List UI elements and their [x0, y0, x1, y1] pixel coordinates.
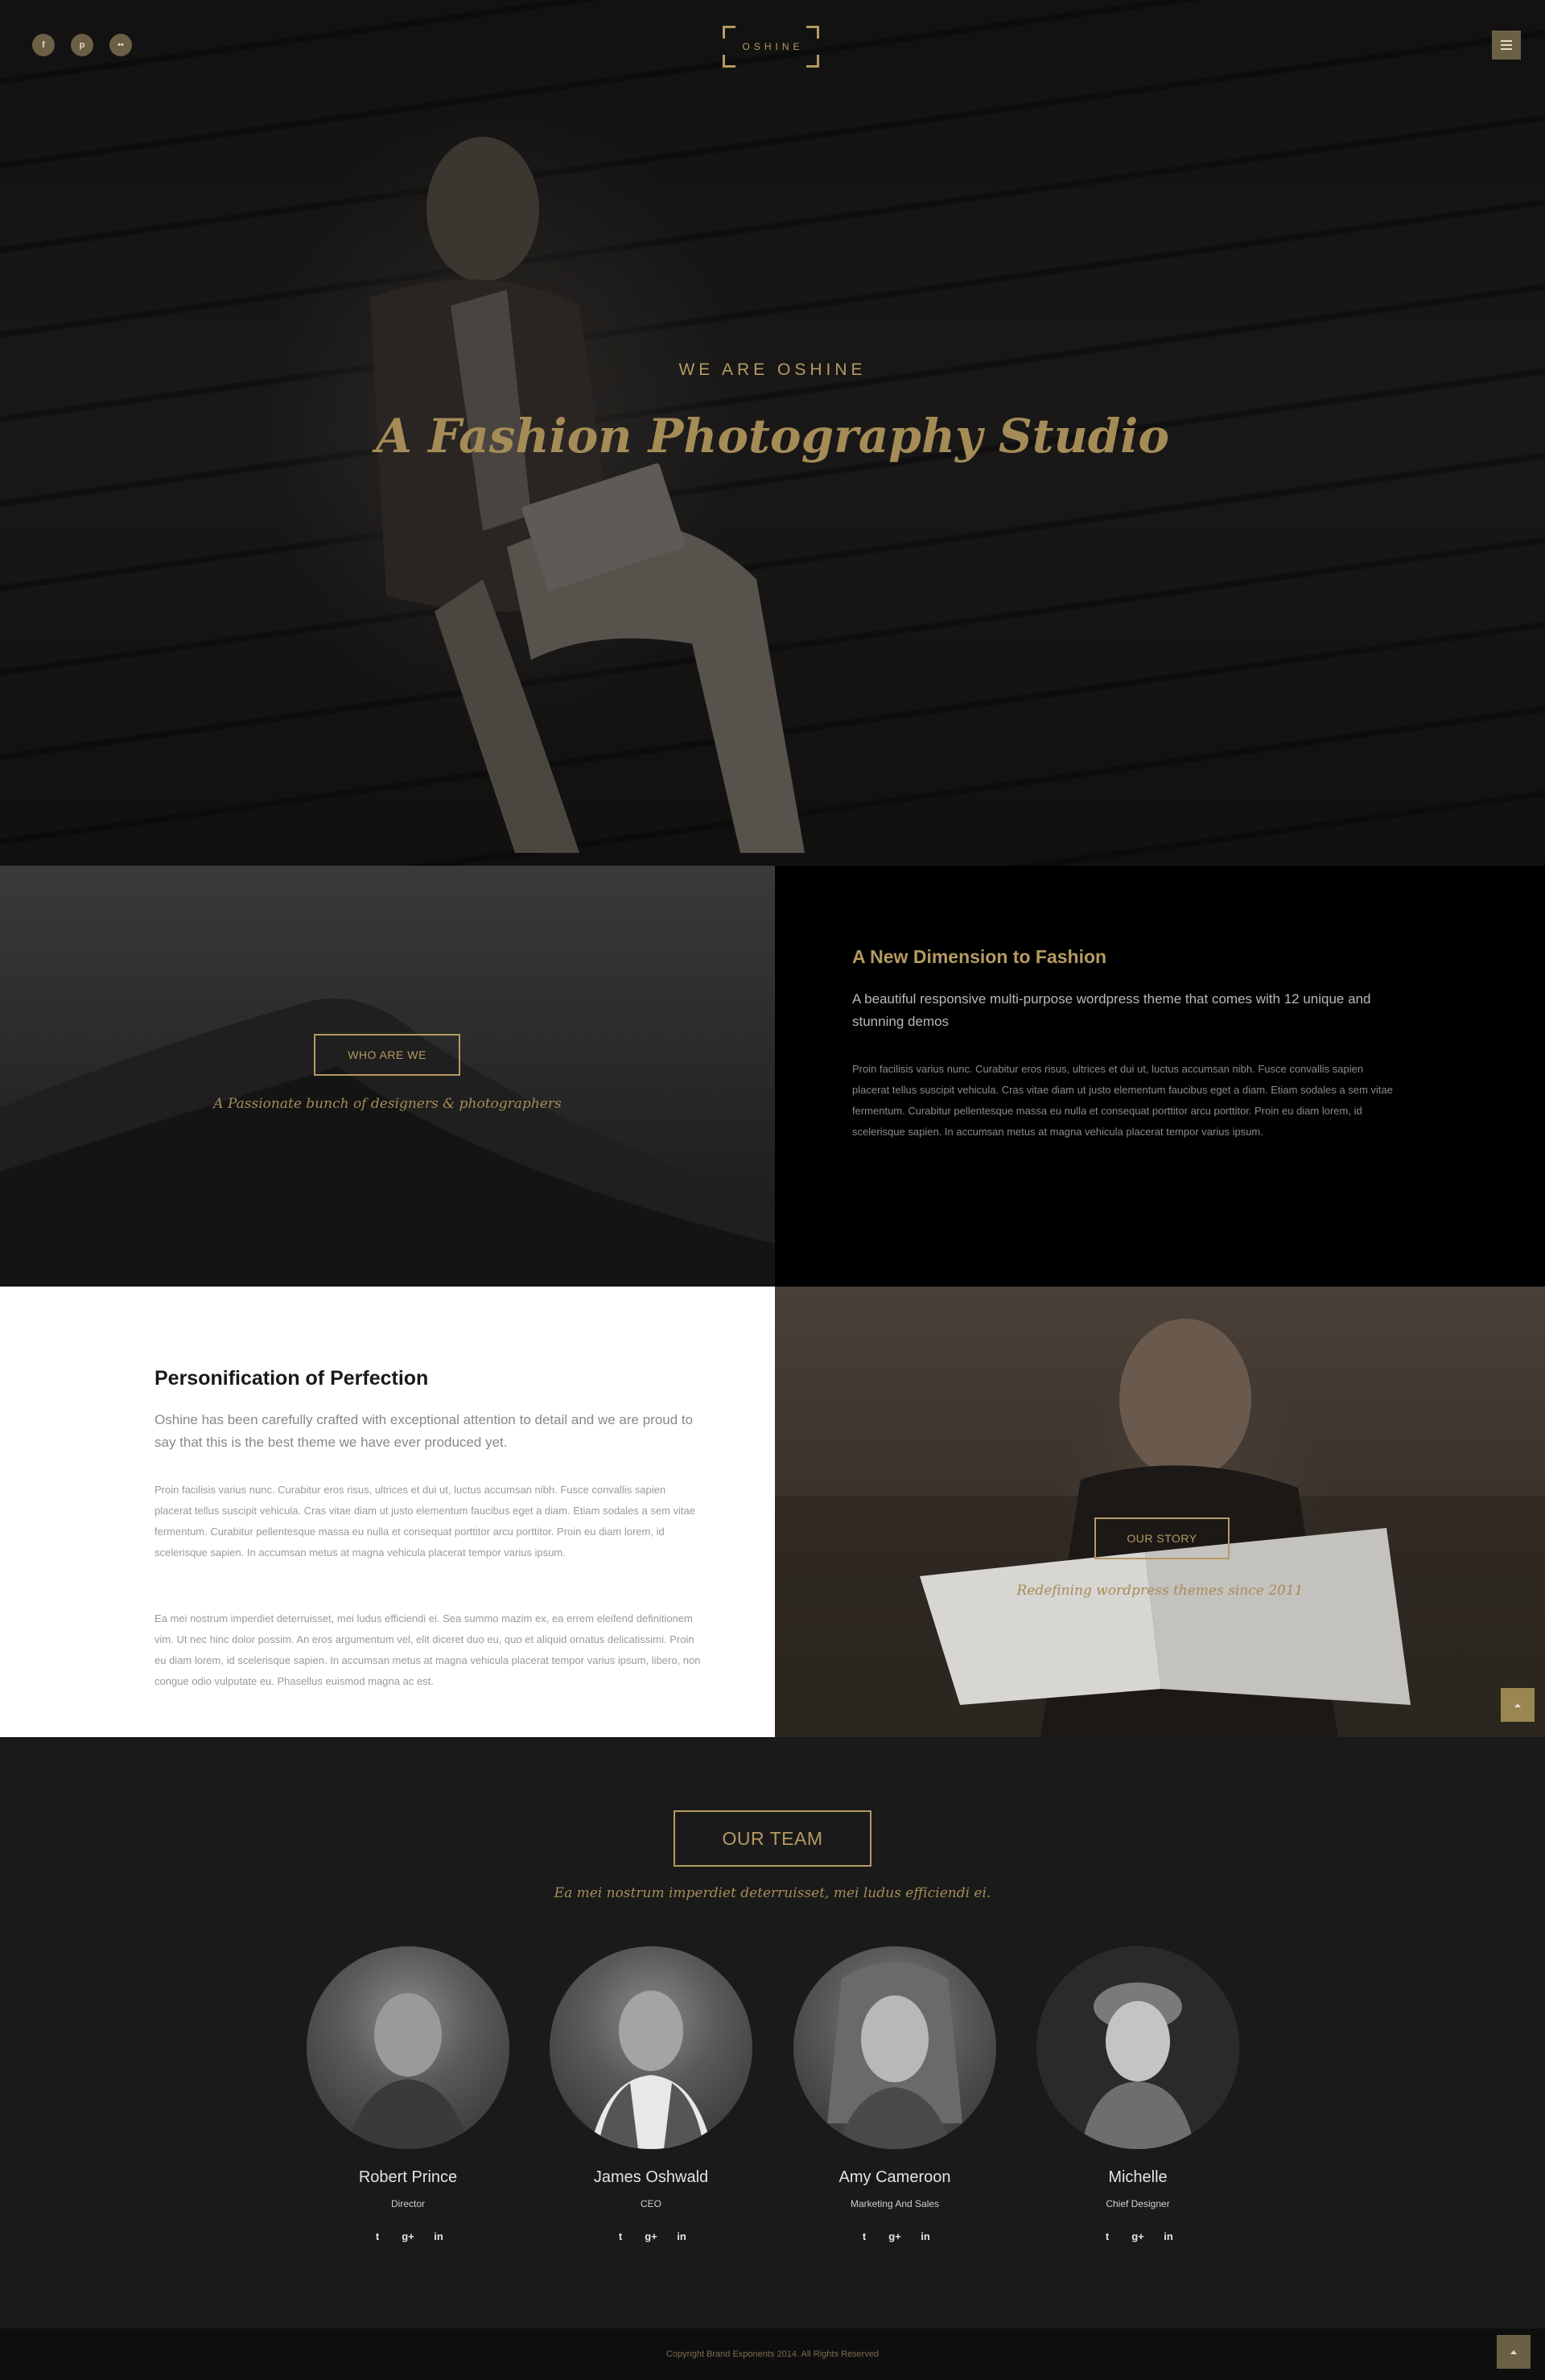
member-social: t g+ in	[287, 2230, 529, 2242]
team-tagline: Ea mei nostrum imperdiet deterruisset, m…	[554, 1885, 991, 1901]
perfection-title: Personification of Perfection	[154, 1367, 429, 1390]
linkedin-icon[interactable]: in	[1162, 2230, 1175, 2242]
pinterest-icon[interactable]: p	[71, 34, 93, 56]
twitter-icon[interactable]: t	[614, 2230, 627, 2242]
who-are-we-button[interactable]: WHO ARE WE	[314, 1034, 460, 1076]
our-story-button[interactable]: OUR STORY	[1094, 1517, 1230, 1559]
menu-button[interactable]	[1492, 31, 1521, 60]
hamburger-icon	[1501, 40, 1512, 42]
avatar	[793, 1946, 996, 2149]
avatar	[307, 1946, 509, 2149]
copyright-text: Copyright Brand Exponents 2014. All Righ…	[665, 2349, 880, 2359]
perfection-body-1: Proin facilisis varius nunc. Curabitur e…	[154, 1484, 695, 1559]
twitter-icon[interactable]: t	[858, 2230, 871, 2242]
member-role: Director	[390, 2198, 425, 2209]
team-member: Michelle Chief Designer t g+ in	[1017, 1946, 1259, 2242]
footer: Copyright Brand Exponents 2014. All Righ…	[0, 2329, 1545, 2380]
dimension-title: A New Dimension to Fashion	[852, 946, 1107, 967]
dimension-panel: A New Dimension to Fashion A beautiful r…	[775, 866, 1545, 1287]
perfection-lead: Oshine has been carefully crafted with e…	[154, 1412, 694, 1450]
member-name: Robert Prince	[358, 2168, 458, 2186]
our-team-button[interactable]: OUR TEAM	[674, 1810, 871, 1867]
dimension-lead: A beautiful responsive multi-purpose wor…	[852, 991, 1371, 1029]
team-member: Amy Cameroon Marketing And Sales t g+ in	[774, 1946, 1016, 2242]
mountain-image	[0, 999, 775, 1287]
team-member: Robert Prince Director t g+ in	[287, 1946, 529, 2242]
story-photo-figure	[775, 1319, 1545, 1737]
our-story-panel: OUR STORY Redefining wordpress themes si…	[775, 1287, 1545, 1737]
chevron-up-icon	[1514, 1703, 1521, 1707]
back-to-top-button[interactable]	[1497, 2335, 1531, 2369]
member-role: Chief Designer	[1106, 2198, 1170, 2209]
google-plus-icon[interactable]: g+	[645, 2230, 657, 2242]
site-logo[interactable]: OSHINE	[723, 26, 819, 68]
story-tagline: Redefining wordpress themes since 2011	[1016, 1583, 1304, 1599]
hero-kicker: WE ARE OSHINE	[678, 360, 867, 379]
member-name: Amy Cameroon	[838, 2168, 951, 2186]
dimension-body: Proin facilisis varius nunc. Curabitur e…	[852, 1063, 1393, 1138]
linkedin-icon[interactable]: in	[432, 2230, 445, 2242]
scroll-top-button[interactable]	[1501, 1688, 1535, 1722]
team-member: James Oshwald CEO t g+ in	[530, 1946, 772, 2242]
linkedin-icon[interactable]: in	[675, 2230, 688, 2242]
perfection-body-2: Ea mei nostrum imperdiet deterruisset, m…	[154, 1612, 701, 1687]
member-social: t g+ in	[774, 2230, 1016, 2242]
flickr-icon[interactable]: ••	[109, 34, 132, 56]
perfection-panel: Personification of Perfection Oshine has…	[0, 1287, 775, 1737]
header-social-links: f p ••	[32, 34, 132, 56]
twitter-icon[interactable]: t	[371, 2230, 384, 2242]
hero-title: A Fashion Photography Studio	[375, 409, 1170, 463]
team-section: OUR TEAM Ea mei nostrum imperdiet deterr…	[0, 1737, 1545, 2329]
hero-section: f p •• OSHINE WE ARE OSHINE A Fashion Ph…	[0, 0, 1545, 866]
chevron-up-icon	[1510, 2349, 1517, 2354]
member-social: t g+ in	[1017, 2230, 1259, 2242]
member-name: James Oshwald	[593, 2168, 709, 2186]
linkedin-icon[interactable]: in	[919, 2230, 932, 2242]
avatar	[550, 1946, 752, 2149]
member-role: Marketing And Sales	[850, 2198, 940, 2209]
who-are-we-panel: WHO ARE WE A Passionate bunch of designe…	[0, 866, 775, 1287]
who-tagline: A Passionate bunch of designers & photog…	[213, 1096, 562, 1112]
facebook-icon[interactable]: f	[32, 34, 55, 56]
google-plus-icon[interactable]: g+	[402, 2230, 414, 2242]
google-plus-icon[interactable]: g+	[888, 2230, 901, 2242]
twitter-icon[interactable]: t	[1101, 2230, 1114, 2242]
google-plus-icon[interactable]: g+	[1131, 2230, 1144, 2242]
member-social: t g+ in	[530, 2230, 772, 2242]
avatar	[1036, 1946, 1239, 2149]
hero-photo-figure	[370, 137, 805, 853]
logo-text: OSHINE	[742, 41, 804, 52]
member-role: CEO	[640, 2198, 661, 2209]
member-name: Michelle	[1108, 2168, 1168, 2186]
